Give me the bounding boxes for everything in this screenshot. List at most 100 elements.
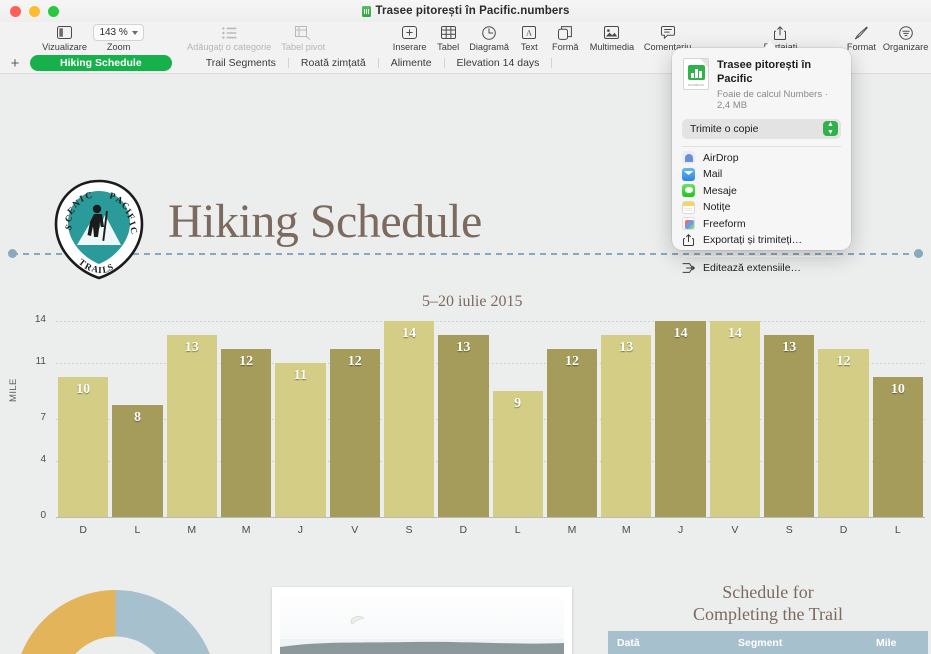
- toolbar-table-button[interactable]: Tabel: [431, 22, 465, 52]
- sheet-tab-hiking-schedule[interactable]: Hiking Schedule: [30, 55, 172, 71]
- toolbar-insert-button[interactable]: Inserare: [388, 22, 431, 52]
- share-target-label: Freeform: [703, 217, 746, 230]
- bar-value-label: 12: [564, 354, 579, 369]
- x-tick: S: [785, 524, 793, 536]
- sheet-tab-elevation-14-days[interactable]: Elevation 14 days: [445, 55, 552, 71]
- donut-svg: [21, 590, 210, 654]
- bar[interactable]: 10: [58, 377, 109, 517]
- share-popover[interactable]: NUMBERS Trasee pitorești în Pacific Foai…: [672, 41, 851, 274]
- x-tick: L: [894, 524, 901, 536]
- x-tick: D: [839, 524, 848, 536]
- x-tick: L: [514, 524, 521, 536]
- popover-divider: [682, 145, 841, 147]
- bar-value-label: 9: [514, 396, 522, 411]
- bar-value-label: 10: [890, 382, 905, 397]
- share-target-messages[interactable]: Mesaje: [672, 183, 851, 200]
- edit-extensions-button[interactable]: Editează extensiile…: [672, 260, 851, 277]
- share-icon: [774, 24, 787, 41]
- sheet-tab-roata-zimtata[interactable]: Roată zimțată: [289, 55, 378, 71]
- bar[interactable]: 9: [492, 391, 543, 517]
- mail-icon: [682, 167, 695, 181]
- bar[interactable]: 13: [438, 335, 489, 517]
- bar-value-label: 14: [402, 326, 417, 341]
- sheet-tab-alimente[interactable]: Alimente: [379, 55, 444, 71]
- chart-icon: [482, 24, 496, 41]
- bar[interactable]: 13: [764, 335, 815, 517]
- sheet-tab-trail-segments[interactable]: Trail Segments: [194, 55, 288, 71]
- send-option-value: Trimite o copie: [690, 122, 759, 135]
- toolbar-add-category-label: Adăugați o categorie: [186, 42, 272, 52]
- mileage-bar-chart[interactable]: MILE 0 4 7 11 14 10 8 13 12 11 12 14 13 9 12 13 14 14 13 1…: [0, 242, 931, 542]
- toolbar-organize-button[interactable]: Organizare: [880, 22, 931, 52]
- x-tick: J: [297, 524, 304, 536]
- toolbar-pivot-table-label: Tabel pivot: [281, 42, 326, 52]
- toolbar-shape-label: Formă: [552, 42, 579, 52]
- toolbar-zoom-control[interactable]: 143 % Zoom: [89, 22, 148, 52]
- toolbar-pivot-table-button[interactable]: Tabel pivot: [272, 22, 334, 52]
- bar[interactable]: 12: [220, 349, 272, 517]
- bar[interactable]: 12: [546, 349, 598, 517]
- bar-value-label: 10: [76, 382, 91, 397]
- window-title-text: Trasee pitorești în Pacific.numbers: [375, 5, 570, 17]
- share-target-freeform[interactable]: Freeform: [672, 216, 851, 233]
- share-target-label: Mesaje: [703, 184, 737, 197]
- text-icon: A: [522, 24, 537, 41]
- toolbar-table-label: Tabel: [437, 42, 460, 52]
- trail-photo-frame[interactable]: [272, 587, 572, 654]
- bar[interactable]: 13: [166, 335, 217, 517]
- toolbar-view-button[interactable]: Vizualizare: [40, 22, 89, 52]
- zoom-chip[interactable]: 143 %: [93, 24, 144, 41]
- share-target-export[interactable]: Exportați și trimiteți…: [672, 232, 851, 249]
- bar[interactable]: 12: [329, 349, 380, 517]
- x-tick: M: [187, 524, 197, 536]
- schedule-table-title[interactable]: Schedule for Completing the Trail: [608, 582, 928, 626]
- page-title[interactable]: Hiking Schedule: [168, 194, 482, 249]
- window-titlebar: Trasee pitorești în Pacific.numbers: [0, 0, 931, 22]
- x-tick: J: [677, 524, 684, 536]
- schedule-table[interactable]: Dată Segment Mile 5–20 iulie 2015 Califo…: [608, 631, 928, 654]
- toolbar-chart-button[interactable]: Diagramă: [465, 22, 513, 52]
- format-brush-icon: [854, 24, 869, 41]
- bar-value-label: 8: [133, 410, 141, 425]
- bar[interactable]: 11: [275, 363, 326, 517]
- popover-document-header: NUMBERS Trasee pitorești în Pacific Foai…: [672, 48, 851, 117]
- bar-value-label: 13: [456, 340, 471, 355]
- bar[interactable]: 12: [818, 349, 869, 517]
- window-title: Trasee pitorești în Pacific.numbers: [0, 0, 931, 22]
- freeform-icon: [682, 217, 695, 231]
- toolbar-organize-label: Organizare: [882, 42, 929, 52]
- table-header-segment: Segment: [738, 637, 783, 649]
- share-target-mail[interactable]: Mail: [672, 166, 851, 183]
- x-tick: D: [79, 524, 87, 536]
- bar[interactable]: 10: [872, 377, 923, 517]
- bar[interactable]: 14: [655, 321, 706, 517]
- popover-document-name: Trasee pitorești în Pacific: [717, 59, 812, 86]
- bar-value-label: 12: [347, 354, 362, 369]
- bar[interactable]: 14: [709, 321, 761, 517]
- add-sheet-button[interactable]: +: [0, 56, 30, 71]
- share-target-notes[interactable]: Notițe: [672, 199, 851, 216]
- shape-icon: [558, 24, 573, 41]
- bar[interactable]: 14: [383, 321, 435, 517]
- pivot-table-icon: [295, 24, 311, 41]
- extensions-icon: [682, 261, 695, 274]
- bar-value-label: 14: [673, 326, 688, 341]
- share-target-label: Exportați și trimiteți…: [703, 234, 803, 247]
- toolbar-add-category-button[interactable]: Adăugați o categorie: [186, 22, 272, 52]
- numbers-file-icon: NUMBERS: [683, 58, 709, 90]
- toolbar-text-button[interactable]: A Text: [513, 22, 546, 52]
- share-target-airdrop[interactable]: AirDrop: [672, 150, 851, 167]
- bar[interactable]: 13: [601, 335, 652, 517]
- x-tick: M: [567, 524, 577, 536]
- toolbar-shape-button[interactable]: Formă: [546, 22, 585, 52]
- notes-icon: [682, 200, 695, 214]
- bar[interactable]: 8: [112, 405, 163, 517]
- x-tick: D: [459, 524, 468, 536]
- numbers-document-icon: [361, 5, 371, 17]
- chevron-down-icon: [131, 30, 138, 35]
- percentage-of-trail-donut-chart[interactable]: Percentage of Trail: [14, 590, 217, 654]
- stepper-icon[interactable]: ▲ ▼: [823, 121, 838, 137]
- comment-icon: [660, 24, 675, 41]
- send-option-select[interactable]: Trimite o copie ▲ ▼: [682, 118, 841, 139]
- toolbar-media-button[interactable]: Multimedia: [585, 22, 639, 52]
